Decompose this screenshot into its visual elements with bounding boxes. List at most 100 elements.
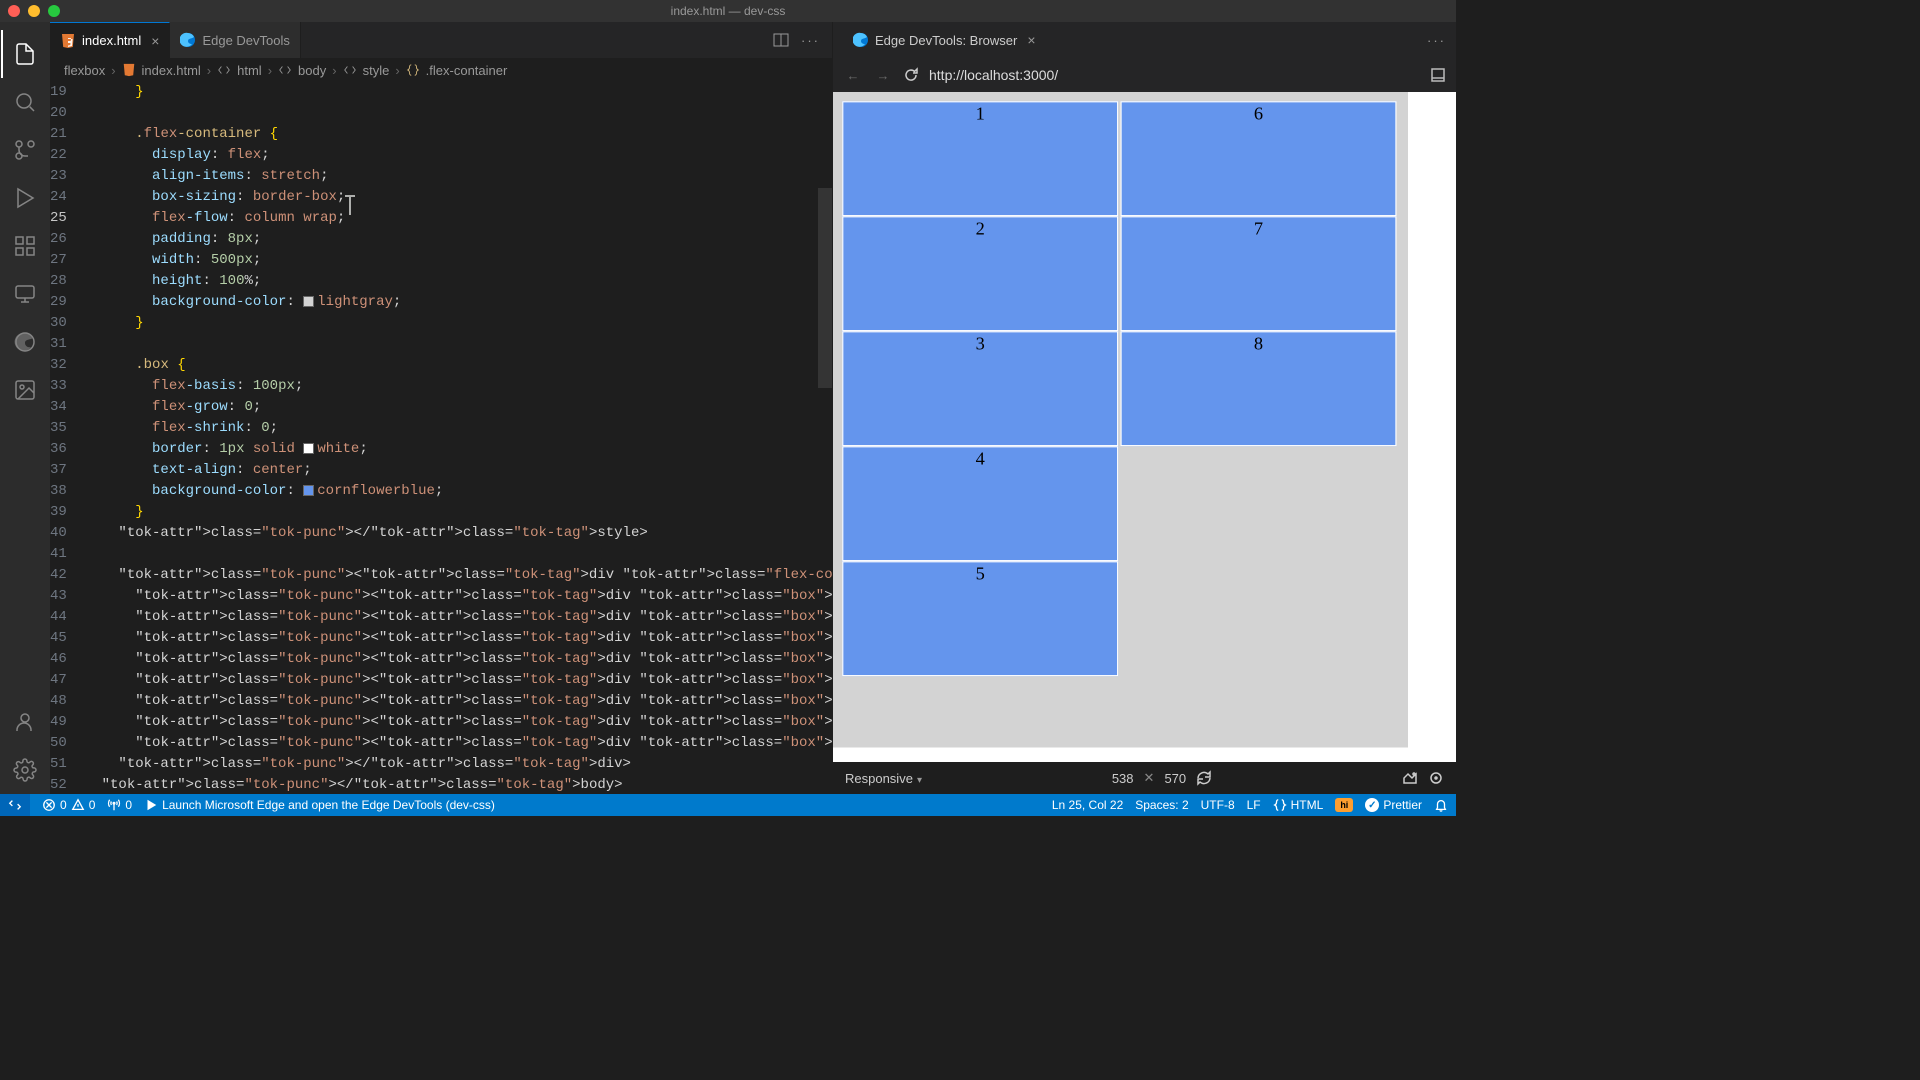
errors-warnings[interactable]: 0 0 [42,798,95,812]
devtools-panel: Edge DevTools: Browser × ··· ← → http://… [832,22,1456,794]
breadcrumb-item[interactable]: html [237,63,262,78]
breadcrumb-item[interactable]: flexbox [64,63,105,78]
breadcrumb[interactable]: flexbox › index.html › html › body › sty… [50,58,832,82]
chevron-down-icon: ▾ [917,775,922,786]
preview-box: 4 [842,446,1118,561]
more-actions-icon[interactable]: ··· [801,33,820,48]
preview-box: 5 [842,561,1118,676]
chevron-right-icon: › [395,63,399,78]
code-content[interactable]: } .flex-container { display: flex; align… [85,82,832,794]
preview-box: 3 [842,331,1118,446]
explorer-icon[interactable] [1,30,49,78]
preview-box: 2 [842,216,1118,331]
devtools-tabs: Edge DevTools: Browser × ··· [833,22,1456,58]
flex-container-preview: 12345 678 [833,92,1408,748]
remote-explorer-icon[interactable] [1,270,49,318]
preview-box: 8 [1121,331,1397,446]
remote-button[interactable] [0,794,30,816]
url-bar[interactable]: http://localhost:3000/ [929,67,1420,83]
viewport-width[interactable]: 538 [1112,771,1134,786]
brace-icon [406,63,420,77]
code-icon [217,63,231,77]
editor: index.html × Edge DevTools ··· flexbox ›… [50,22,832,794]
source-control-icon[interactable] [1,126,49,174]
close-icon[interactable]: × [151,33,159,49]
warning-icon [71,798,85,812]
edge-tools-icon[interactable] [1,318,49,366]
indentation[interactable]: Spaces: 2 [1135,798,1188,812]
preview-box: 7 [1121,216,1397,331]
tab-index-html[interactable]: index.html × [50,22,170,58]
language-mode[interactable]: HTML [1273,798,1324,812]
dock-icon[interactable] [1430,67,1446,83]
code-icon [278,63,292,77]
play-icon [144,798,158,812]
status-bar: 0 0 0 Launch Microsoft Edge and open the… [0,794,1456,816]
rotate-icon[interactable] [1196,770,1212,786]
chevron-right-icon: › [268,63,272,78]
eol[interactable]: LF [1247,798,1261,812]
close-window-button[interactable] [8,5,20,17]
gallery-icon[interactable] [1,366,49,414]
split-editor-icon[interactable] [773,32,789,48]
run-debug-icon[interactable] [1,174,49,222]
tab-label: Edge DevTools [202,33,289,48]
code-editor[interactable]: 1920212223242526272829303132333435363738… [50,82,832,794]
device-mode-select[interactable]: Responsive▾ [845,771,922,786]
breadcrumb-item[interactable]: style [363,63,390,78]
account-icon[interactable] [1,698,49,746]
chevron-right-icon: › [207,63,211,78]
encoding[interactable]: UTF-8 [1201,798,1235,812]
reload-icon[interactable] [903,67,919,83]
scrollbar-thumb[interactable] [818,188,832,388]
viewport-height[interactable]: 570 [1164,771,1186,786]
back-icon[interactable]: ← [843,68,863,83]
inspect-icon[interactable] [1428,770,1444,786]
brace-icon [1273,798,1287,812]
browser-preview[interactable]: 12345 678 [833,92,1456,762]
radio-tower-icon[interactable]: 0 [107,798,132,812]
close-icon[interactable]: × [1027,32,1035,48]
devtools-tab-label: Edge DevTools: Browser [875,33,1017,48]
breadcrumb-item[interactable]: index.html [142,63,201,78]
minimize-window-button[interactable] [28,5,40,17]
maximize-window-button[interactable] [48,5,60,17]
devtools-toolbar: ← → http://localhost:3000/ [833,58,1456,92]
preview-box: 6 [1121,101,1397,216]
webhint-badge[interactable]: hi [1335,798,1353,812]
device-toolbar: Responsive▾ 538 ✕ 570 [833,762,1456,794]
line-numbers: 1920212223242526272829303132333435363738… [50,82,85,794]
launch-edge-button[interactable]: Launch Microsoft Edge and open the Edge … [144,798,495,812]
extensions-icon[interactable] [1,222,49,270]
devtools-browser-tab[interactable]: Edge DevTools: Browser × [843,26,1046,54]
tab-edge-devtools[interactable]: Edge DevTools [170,22,300,58]
prettier-status[interactable]: ✓ Prettier [1365,798,1422,812]
window-controls [8,5,60,17]
forward-icon[interactable]: → [873,68,893,83]
cursor-position[interactable]: Ln 25, Col 22 [1052,798,1123,812]
edge-icon [853,32,869,48]
preview-box: 1 [842,101,1118,216]
code-icon [343,63,357,77]
notifications-icon[interactable] [1434,798,1448,812]
editor-tabs: index.html × Edge DevTools ··· [50,22,832,58]
edge-icon [180,32,196,48]
chevron-right-icon: › [332,63,336,78]
activity-bar [0,22,50,794]
window-titlebar: index.html — dev-css [0,0,1456,22]
more-actions-icon[interactable]: ··· [1427,33,1446,48]
screenshot-icon[interactable] [1402,770,1418,786]
tab-label: index.html [82,33,141,48]
html-file-icon [122,63,136,77]
settings-gear-icon[interactable] [1,746,49,794]
check-icon: ✓ [1365,798,1379,812]
breadcrumb-item[interactable]: body [298,63,326,78]
dimension-separator: ✕ [1144,770,1155,786]
html-file-icon [60,33,76,49]
window-title: index.html — dev-css [671,4,786,18]
breadcrumb-item[interactable]: .flex-container [426,63,508,78]
chevron-right-icon: › [111,63,115,78]
remote-icon [8,798,22,812]
error-icon [42,798,56,812]
search-icon[interactable] [1,78,49,126]
